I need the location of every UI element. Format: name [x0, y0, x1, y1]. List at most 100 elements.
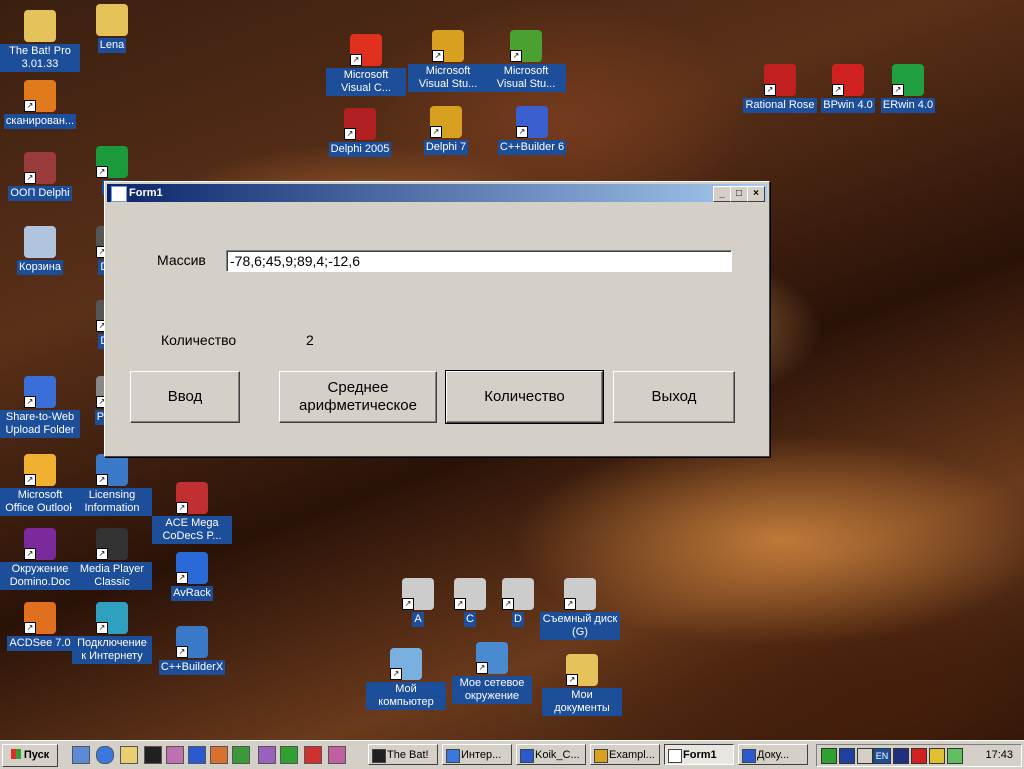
desktop-shortcut[interactable]: ↗ Мой компьютер — [366, 648, 446, 710]
window-title: Form1 — [129, 187, 163, 199]
desktop-icon-label: Delphi 2005 — [328, 142, 392, 157]
input-button[interactable]: Ввод — [130, 371, 240, 423]
count-label: Количество — [161, 332, 237, 348]
maximize-button[interactable]: □ — [730, 186, 748, 202]
desktop-shortcut[interactable]: Корзина — [0, 226, 80, 275]
desktop-shortcut[interactable]: ↗ C++BuilderX — [152, 626, 232, 675]
desktop-shortcut[interactable]: ↗ Microsoft Visual Stu... — [408, 30, 488, 92]
quicklaunch-outlook-icon[interactable] — [210, 746, 228, 764]
desktop-icon-label: Мой компьютер — [366, 682, 446, 710]
quicklaunch-word-icon[interactable] — [188, 746, 206, 764]
shortcut-arrow-icon: ↗ — [764, 84, 776, 96]
desktop-shortcut[interactable]: ↗ ООП Delphi — [0, 152, 80, 201]
quicklaunch-app3-icon[interactable] — [280, 746, 298, 764]
average-button[interactable]: Среднее арифметическое — [279, 371, 437, 423]
desktop-shortcut[interactable]: ↗ Licensing Information — [72, 454, 152, 516]
quicklaunch-app-icon[interactable] — [166, 746, 184, 764]
start-button[interactable]: Пуск — [2, 744, 58, 767]
desktop-shortcut[interactable]: ↗ ERwin 4.0 — [868, 64, 948, 113]
quicklaunch-app2-icon[interactable] — [258, 746, 276, 764]
desktop-icon-label: Мое сетевое окружение — [452, 676, 532, 704]
desktop-shortcut[interactable]: ↗ ACDSee 7.0 — [0, 602, 80, 651]
shortcut-arrow-icon: ↗ — [390, 668, 402, 680]
desktop-shortcut[interactable]: ↗ C++Builder 6 — [492, 106, 572, 155]
shortcut-arrow-icon: ↗ — [176, 572, 188, 584]
vs-icon — [594, 749, 608, 763]
quicklaunch-explorer-icon[interactable] — [72, 746, 90, 764]
acdsee-icon: ↗ — [24, 602, 56, 634]
task-form1[interactable]: Form1 — [664, 744, 734, 765]
count-button[interactable]: Количество — [445, 370, 604, 424]
scan-icon: ↗ — [24, 80, 56, 112]
desktop-shortcut[interactable]: ↗ Media Player Classic — [72, 528, 152, 590]
desktop-shortcut[interactable]: Lena — [72, 4, 152, 53]
tray-app4-icon[interactable] — [929, 748, 945, 764]
my-documents-icon: ↗ — [566, 654, 598, 686]
bpwin-icon: ↗ — [832, 64, 864, 96]
tray-app2-icon[interactable] — [839, 748, 855, 764]
close-button[interactable]: × — [747, 186, 765, 202]
task-label: Form1 — [683, 749, 717, 761]
exit-button[interactable]: Выход — [613, 371, 735, 423]
desktop-shortcut[interactable]: ↗ Delphi 7 — [406, 106, 486, 155]
quicklaunch-app4-icon[interactable] — [328, 746, 346, 764]
my-computer-icon: ↗ — [390, 648, 422, 680]
shortcut-arrow-icon: ↗ — [24, 622, 36, 634]
tray-app3-icon[interactable] — [893, 748, 909, 764]
quicklaunch-acrobat-icon[interactable] — [304, 746, 322, 764]
recycle-bin-icon — [24, 226, 56, 258]
quicklaunch-ie-icon[interactable] — [96, 746, 114, 764]
shortcut-arrow-icon: ↗ — [24, 396, 36, 408]
desktop-shortcut[interactable]: ↗ Мое сетевое окружение — [452, 642, 532, 704]
array-input[interactable] — [226, 250, 732, 272]
shortcut-arrow-icon: ↗ — [832, 84, 844, 96]
desktop-shortcut[interactable]: ↗ Share-to-Web Upload Folder — [0, 376, 80, 438]
minimize-button[interactable]: _ — [713, 186, 731, 202]
desktop-shortcut[interactable]: ↗ Мои документы — [542, 654, 622, 716]
task-label: Koik_C... — [535, 749, 580, 761]
desktop-icon-label: Lena — [97, 38, 127, 53]
quicklaunch-bat-icon[interactable] — [144, 746, 162, 764]
shortcut-arrow-icon: ↗ — [344, 128, 356, 140]
form-icon — [668, 749, 682, 763]
desktop-icon-label: AvRack — [171, 586, 213, 601]
desktop-shortcut[interactable]: ↗ ACE Mega CoDecS P... — [152, 482, 232, 544]
task-thebat[interactable]: The Bat! — [368, 744, 438, 765]
quicklaunch-notepad-icon[interactable] — [120, 746, 138, 764]
desktop-shortcut[interactable]: ↗ AvRack — [152, 552, 232, 601]
desktop-icon-label: C++BuilderX — [158, 660, 226, 675]
language-indicator[interactable]: EN — [873, 748, 891, 764]
task-internet[interactable]: Интер... — [442, 744, 512, 765]
quicklaunch-excel-icon[interactable] — [232, 746, 250, 764]
tray-antivirus-icon[interactable] — [911, 748, 927, 764]
desktop-shortcut[interactable]: ↗ Microsoft Office Outlook — [0, 454, 80, 516]
task-koik[interactable]: Koik_C... — [516, 744, 586, 765]
shortcut-arrow-icon: ↗ — [176, 646, 188, 658]
ms-visual-c-icon: ↗ — [350, 34, 382, 66]
oop-delphi-icon: ↗ — [24, 152, 56, 184]
desktop-icon-label: Rational Rose — [743, 98, 817, 113]
window-titlebar[interactable]: Form1 _ □ × — [107, 184, 767, 202]
form1-window[interactable]: Form1 _ □ × Массив Количество 2 Ввод Сре… — [104, 181, 770, 457]
rational-rose-icon: ↗ — [764, 64, 796, 96]
desktop-shortcut[interactable]: ↗ Подключение к Интернету — [72, 602, 152, 664]
desktop-shortcut[interactable]: The Bat! Pro 3.01.33 — [0, 10, 80, 72]
shortcut-arrow-icon: ↗ — [402, 598, 414, 610]
desktop-shortcut[interactable]: ↗ Microsoft Visual C... — [326, 34, 406, 96]
desktop-shortcut[interactable]: ↗ Microsoft Visual Stu... — [486, 30, 566, 92]
desktop-icon-label: ERwin 4.0 — [880, 98, 936, 113]
desktop-shortcut[interactable]: ↗ Съемный диск (G) — [540, 578, 620, 640]
tray-app-icon[interactable] — [821, 748, 837, 764]
desktop-icon-label: BPwin 4.0 — [821, 98, 875, 113]
task-document[interactable]: Доку... — [738, 744, 808, 765]
ace-mega-icon: ↗ — [176, 482, 208, 514]
task-example[interactable]: Exampl... — [590, 744, 660, 765]
delphi-2005-icon: ↗ — [344, 108, 376, 140]
desktop-shortcut[interactable]: ↗ Delphi 2005 — [320, 108, 400, 157]
desktop-shortcut[interactable]: ↗ сканирован... — [0, 80, 80, 129]
shortcut-arrow-icon: ↗ — [176, 502, 188, 514]
tray-app5-icon[interactable] — [947, 748, 963, 764]
desktop-shortcut[interactable]: ↗ Окружение Domino.Doc — [0, 528, 80, 590]
desktop-icon-label: ACE Mega CoDecS P... — [152, 516, 232, 544]
volume-icon[interactable] — [857, 748, 873, 764]
